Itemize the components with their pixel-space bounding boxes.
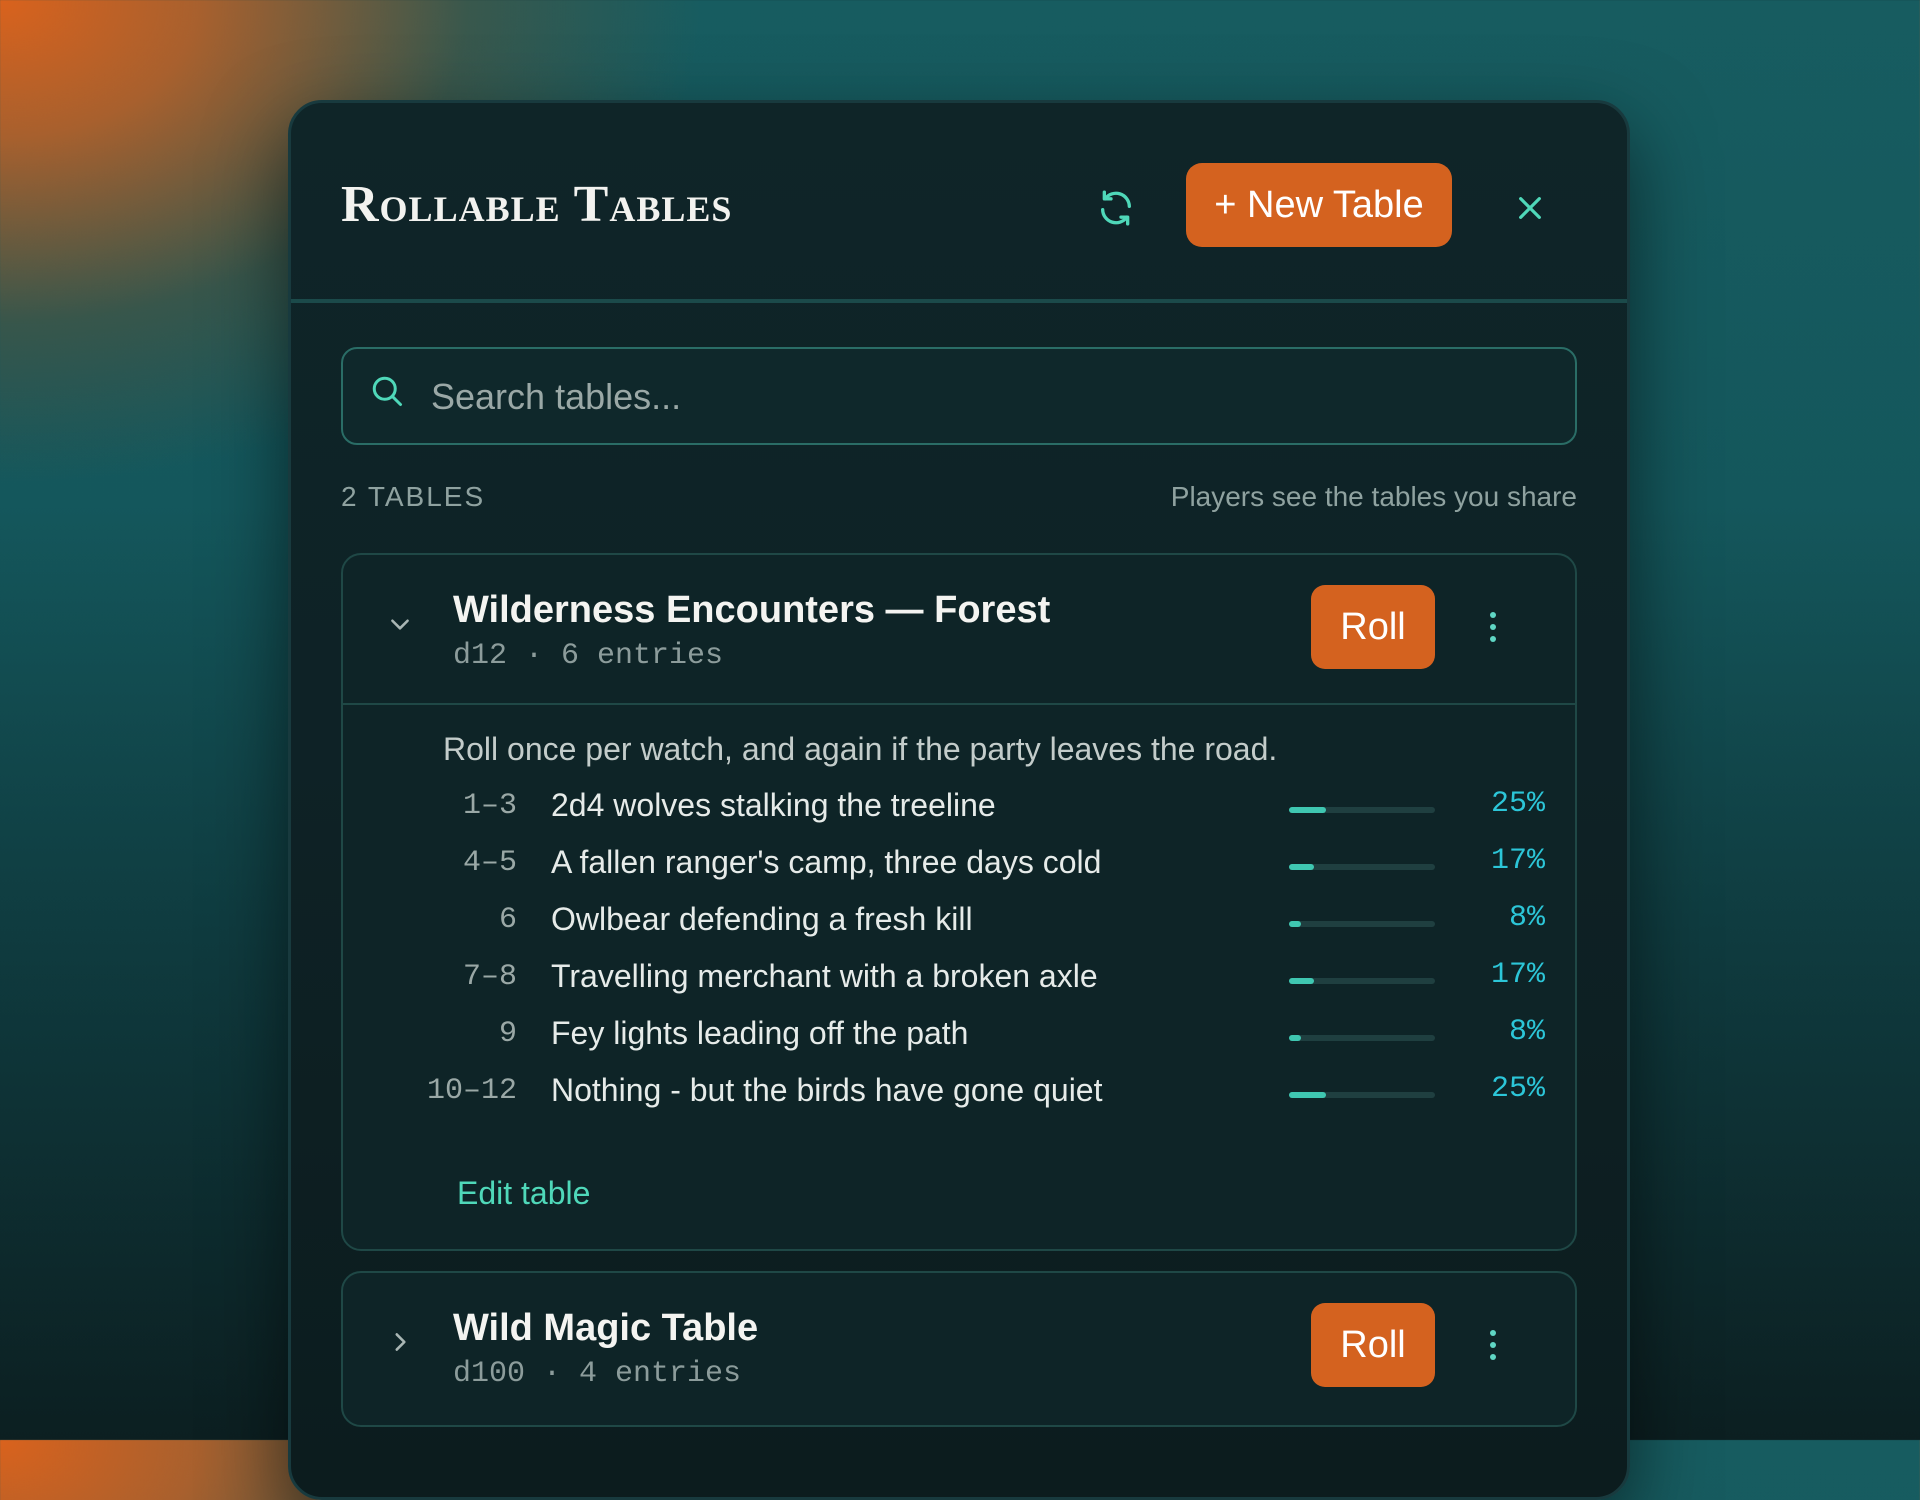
more-vertical-icon bbox=[1490, 612, 1496, 618]
sync-icon bbox=[1101, 190, 1131, 226]
entry-row: 7–8 Travelling merchant with a broken ax… bbox=[343, 952, 1575, 1008]
expand-toggle[interactable] bbox=[379, 1321, 421, 1363]
chevron-down-icon bbox=[391, 619, 409, 630]
share-note: Players see the tables you share bbox=[1170, 481, 1577, 512]
probability-fill bbox=[1289, 1092, 1326, 1098]
entry-range: 1–3 bbox=[462, 789, 517, 823]
entry-text: Travelling merchant with a broken axle bbox=[551, 958, 1098, 994]
probability-bar bbox=[1289, 1035, 1435, 1041]
probability-fill bbox=[1289, 807, 1326, 813]
probability-bar bbox=[1289, 807, 1435, 813]
probability-bar bbox=[1289, 1092, 1435, 1098]
probability-fill bbox=[1289, 978, 1314, 984]
entry-row: 1–3 2d4 wolves stalking the treeline 25% bbox=[343, 781, 1575, 837]
collapse-toggle[interactable] bbox=[379, 603, 421, 645]
probability-fill bbox=[1289, 864, 1314, 870]
entry-text: A fallen ranger's camp, three days cold bbox=[551, 844, 1102, 880]
entry-percent: 17% bbox=[1490, 844, 1545, 878]
entry-percent: 8% bbox=[1508, 1015, 1545, 1049]
entry-range: 10–12 bbox=[426, 1074, 517, 1108]
entry-text: Fey lights leading off the path bbox=[551, 1015, 969, 1051]
entry-text: Owlbear defending a fresh kill bbox=[551, 901, 973, 937]
search-icon bbox=[372, 376, 402, 406]
table-card-header[interactable]: Wilderness Encounters — Forest d12 · 6 e… bbox=[343, 555, 1575, 705]
more-options-button[interactable] bbox=[1471, 603, 1515, 651]
probability-bar bbox=[1289, 864, 1435, 870]
entry-percent: 25% bbox=[1490, 1072, 1545, 1106]
table-meta: d12 · 6 entries bbox=[453, 639, 724, 673]
rollable-tables-panel: Rollable Tables + New Table 2 TABLES Pla… bbox=[288, 100, 1630, 1500]
entry-percent: 17% bbox=[1490, 958, 1545, 992]
entry-range: 9 bbox=[498, 1017, 517, 1051]
table-name: Wild Magic Table bbox=[453, 1307, 759, 1349]
close-button[interactable] bbox=[1505, 183, 1555, 233]
table-card: Wild Magic Table d100 · 4 entries Roll bbox=[341, 1271, 1577, 1427]
search-input[interactable] bbox=[429, 349, 1533, 445]
entry-row: 4–5 A fallen ranger's camp, three days c… bbox=[343, 838, 1575, 894]
table-description: Roll once per watch, and again if the pa… bbox=[443, 731, 1278, 767]
entry-range: 6 bbox=[498, 903, 517, 937]
more-vertical-icon bbox=[1490, 1330, 1496, 1336]
new-table-button[interactable]: + New Table bbox=[1186, 163, 1452, 247]
entry-range: 4–5 bbox=[462, 846, 517, 880]
entry-percent: 8% bbox=[1508, 901, 1545, 935]
entry-range: 7–8 bbox=[462, 960, 517, 994]
more-options-button[interactable] bbox=[1471, 1321, 1515, 1369]
probability-bar bbox=[1289, 921, 1435, 927]
table-meta: d100 · 4 entries bbox=[453, 1357, 742, 1391]
close-icon bbox=[1519, 197, 1541, 219]
chevron-right-icon bbox=[395, 1333, 406, 1351]
search-box bbox=[341, 347, 1577, 445]
entry-percent: 25% bbox=[1490, 787, 1545, 821]
edit-table-link[interactable]: Edit table bbox=[457, 1175, 590, 1212]
table-card: Wilderness Encounters — Forest d12 · 6 e… bbox=[341, 553, 1577, 1251]
entry-row: 9 Fey lights leading off the path 8% bbox=[343, 1009, 1575, 1065]
probability-fill bbox=[1289, 921, 1301, 927]
table-count: 2 TABLES bbox=[341, 481, 486, 512]
table-card-header[interactable]: Wild Magic Table d100 · 4 entries Roll bbox=[343, 1273, 1575, 1421]
summary-row: 2 TABLES Players see the tables you shar… bbox=[341, 481, 1577, 521]
panel-header: Rollable Tables + New Table bbox=[291, 103, 1627, 303]
roll-button[interactable]: Roll bbox=[1311, 585, 1435, 669]
entry-row: 6 Owlbear defending a fresh kill 8% bbox=[343, 895, 1575, 951]
entry-row: 10–12 Nothing - but the birds have gone … bbox=[343, 1066, 1575, 1122]
table-name: Wilderness Encounters — Forest bbox=[453, 589, 1051, 631]
page-title: Rollable Tables bbox=[341, 176, 733, 233]
roll-button[interactable]: Roll bbox=[1311, 1303, 1435, 1387]
probability-bar bbox=[1289, 978, 1435, 984]
probability-fill bbox=[1289, 1035, 1301, 1041]
entry-text: 2d4 wolves stalking the treeline bbox=[551, 787, 996, 823]
sync-button[interactable] bbox=[1091, 183, 1141, 233]
entry-text: Nothing - but the birds have gone quiet bbox=[551, 1072, 1103, 1108]
